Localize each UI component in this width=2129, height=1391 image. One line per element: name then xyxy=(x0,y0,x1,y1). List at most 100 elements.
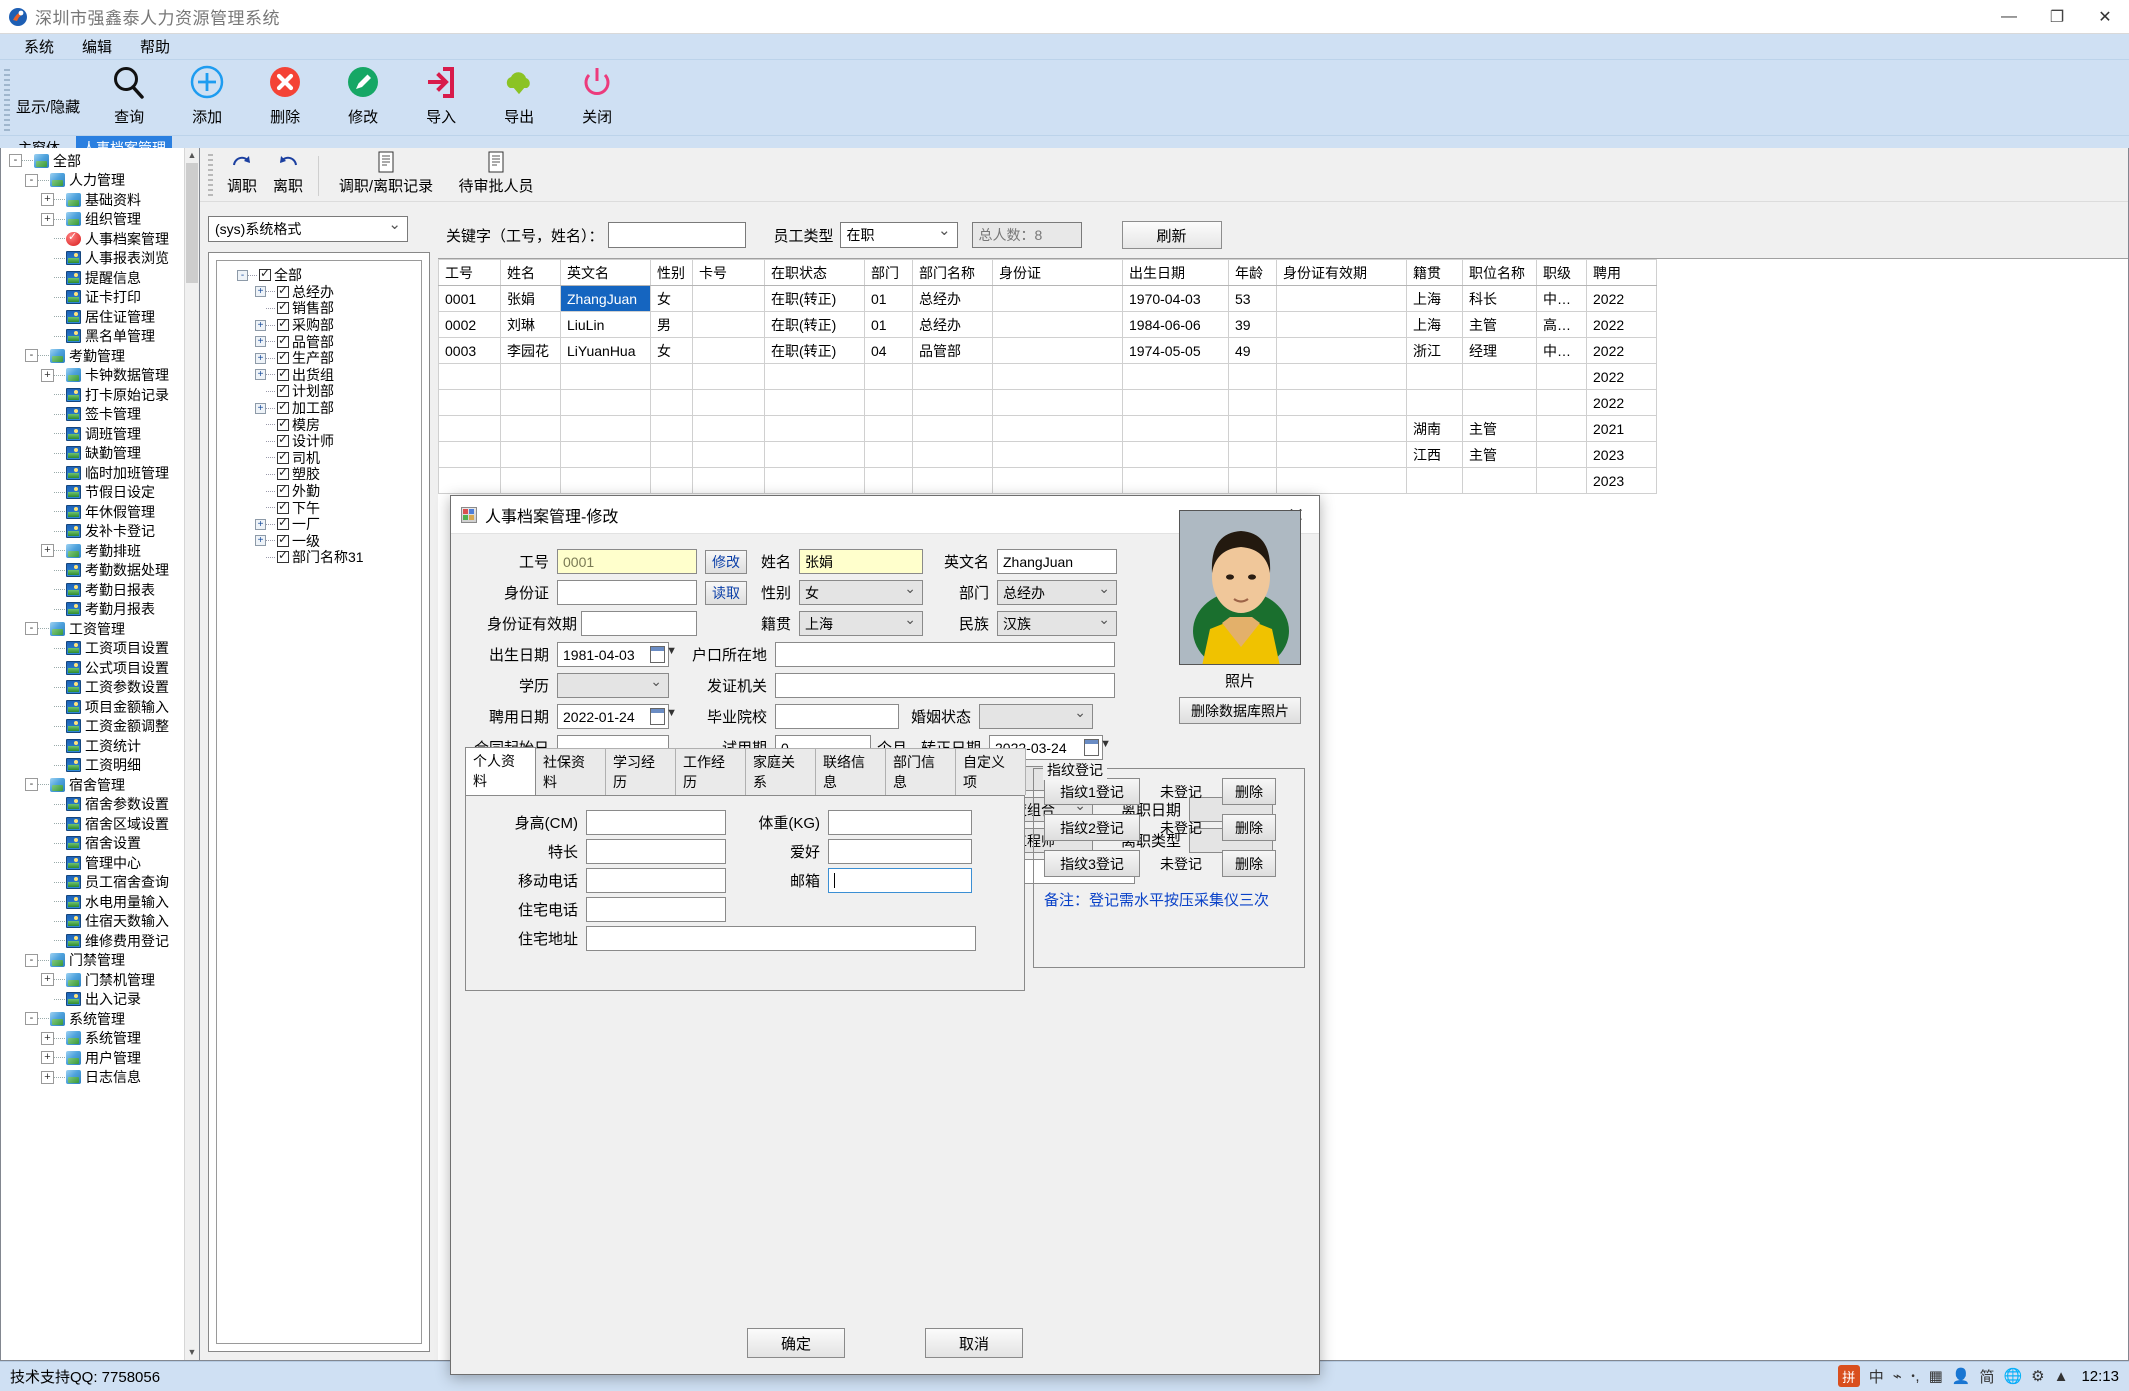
dept-expander[interactable]: + xyxy=(255,352,266,364)
sidebar-item-25[interactable]: 工资项目设置 xyxy=(1,639,199,659)
table-cell[interactable]: LiuLin xyxy=(560,311,651,338)
column-header-2[interactable]: 英文名 xyxy=(560,259,651,286)
table-cell[interactable]: 科长 xyxy=(1462,285,1537,312)
school-field[interactable] xyxy=(775,704,899,729)
table-cell[interactable]: 高… xyxy=(1536,311,1587,338)
table-cell[interactable]: 2023 xyxy=(1586,467,1657,494)
table-cell[interactable]: 总经办 xyxy=(912,311,993,338)
refresh-button[interactable]: 刷新 xyxy=(1121,221,1222,249)
fingerprint-register-button-1[interactable]: 指纹2登记 xyxy=(1044,814,1140,841)
table-cell[interactable]: 女 xyxy=(650,337,693,364)
toolbar-showhide-label[interactable]: 显示/隐藏 xyxy=(14,96,90,131)
home-phone-field[interactable] xyxy=(586,897,726,922)
column-header-6[interactable]: 部门 xyxy=(864,259,913,286)
column-header-7[interactable]: 部门名称 xyxy=(912,259,993,286)
table-cell[interactable]: 0002 xyxy=(438,311,501,338)
edit-empno-button[interactable]: 修改 xyxy=(705,549,747,574)
resign-button[interactable]: 离职 xyxy=(265,149,311,198)
tree-expander[interactable]: - xyxy=(25,622,38,636)
menu-item-help[interactable]: 帮助 xyxy=(126,34,184,59)
sidebar-item-6[interactable]: 提醒信息 xyxy=(1,268,199,288)
table-cell[interactable] xyxy=(1276,337,1407,364)
dialog-tab-4[interactable]: 家庭关系 xyxy=(745,748,816,795)
table-cell[interactable] xyxy=(560,441,651,468)
table-cell[interactable]: 浙江 xyxy=(1406,337,1463,364)
height-field[interactable] xyxy=(586,810,726,835)
table-cell[interactable] xyxy=(560,467,651,494)
dept-expander[interactable]: + xyxy=(255,402,266,414)
sidebar-item-42[interactable]: + 门禁机管理 xyxy=(1,970,199,990)
sidebar-item-3[interactable]: + 组织管理 xyxy=(1,210,199,230)
name-field[interactable]: 张娟 xyxy=(799,549,923,574)
email-field[interactable] xyxy=(828,868,972,893)
table-cell[interactable] xyxy=(692,363,765,390)
tree-expander[interactable]: - xyxy=(25,173,38,187)
table-cell[interactable] xyxy=(912,415,993,442)
table-cell[interactable] xyxy=(1276,285,1407,312)
table-cell[interactable] xyxy=(1228,467,1277,494)
hukou-field[interactable] xyxy=(775,642,1115,667)
tree-expander[interactable]: + xyxy=(41,973,54,987)
toolbar-button-import[interactable]: 导入 xyxy=(402,61,480,131)
birth-date-picker[interactable]: 1981-04-03 ▼ xyxy=(557,642,677,667)
table-cell[interactable]: 上海 xyxy=(1406,311,1463,338)
chevron-down-icon[interactable]: ▼ xyxy=(666,645,677,657)
sidebar-item-12[interactable]: 打卡原始记录 xyxy=(1,385,199,405)
sidebar-item-21[interactable]: 考勤数据处理 xyxy=(1,561,199,581)
table-cell[interactable] xyxy=(500,363,561,390)
table-cell[interactable] xyxy=(500,441,561,468)
sidebar-item-9[interactable]: 黑名单管理 xyxy=(1,327,199,347)
sidebar-item-14[interactable]: 调班管理 xyxy=(1,424,199,444)
emp-type-select[interactable]: 在职 xyxy=(839,221,958,248)
scroll-thumb[interactable] xyxy=(186,163,198,283)
sidebar-item-29[interactable]: 工资金额调整 xyxy=(1,717,199,737)
table-cell[interactable] xyxy=(1276,389,1407,416)
table-cell[interactable] xyxy=(1228,389,1277,416)
table-cell[interactable]: 01 xyxy=(864,311,913,338)
table-cell[interactable]: 主管 xyxy=(1462,311,1537,338)
table-cell[interactable]: 在职(转正) xyxy=(764,337,865,364)
dept-checkbox[interactable] xyxy=(277,382,289,398)
menu-item-system[interactable]: 系统 xyxy=(10,34,68,59)
toolbar-button-delete[interactable]: 删除 xyxy=(246,61,324,131)
sidebar-item-11[interactable]: + 卡钟数据管理 xyxy=(1,366,199,386)
table-cell[interactable]: 中… xyxy=(1536,285,1587,312)
table-cell[interactable]: 0003 xyxy=(438,337,501,364)
cancel-button[interactable]: 取消 xyxy=(925,1328,1023,1358)
scroll-down-arrow[interactable]: ▼ xyxy=(185,1345,199,1360)
sidebar-item-22[interactable]: 考勤日报表 xyxy=(1,580,199,600)
mobile-field[interactable] xyxy=(586,868,726,893)
dept-checkbox[interactable] xyxy=(277,366,289,381)
table-cell[interactable] xyxy=(1276,441,1407,468)
toolbar-grip[interactable] xyxy=(4,69,10,131)
calendar-icon[interactable] xyxy=(650,646,665,663)
dept-checkbox[interactable] xyxy=(277,465,289,481)
ime-chinese-icon[interactable]: 中 xyxy=(1869,1366,1884,1387)
chevron-down-icon[interactable]: ▼ xyxy=(666,707,677,719)
column-header-8[interactable]: 身份证 xyxy=(992,259,1123,286)
record-toolbar-grip[interactable] xyxy=(208,154,213,198)
delete-db-photo-button[interactable]: 删除数据库照片 xyxy=(1179,697,1301,724)
sidebar-item-17[interactable]: 节假日设定 xyxy=(1,483,199,503)
edu-select[interactable] xyxy=(557,673,669,698)
tree-expander[interactable]: - xyxy=(25,349,38,363)
sidebar-item-27[interactable]: 工资参数设置 xyxy=(1,678,199,698)
tree-expander[interactable]: + xyxy=(41,368,54,382)
column-header-10[interactable]: 年龄 xyxy=(1228,259,1277,286)
dept-node-11[interactable]: 司机 xyxy=(223,449,421,467)
sidebar-item-36[interactable]: 管理中心 xyxy=(1,853,199,873)
table-cell[interactable]: LiYuanHua xyxy=(560,337,651,364)
dept-checkbox[interactable] xyxy=(277,299,289,315)
table-cell[interactable]: 01 xyxy=(864,285,913,312)
close-button[interactable]: ✕ xyxy=(2081,0,2129,34)
weight-field[interactable] xyxy=(828,810,972,835)
table-cell[interactable] xyxy=(764,441,865,468)
tree-expander[interactable]: + xyxy=(41,1070,54,1084)
ime-mode-icon[interactable]: ⌁ xyxy=(1893,1367,1902,1385)
clock[interactable]: 12:13 xyxy=(2081,1368,2119,1385)
table-cell[interactable] xyxy=(864,415,913,442)
dept-checkbox[interactable] xyxy=(277,432,289,448)
table-cell[interactable] xyxy=(1276,415,1407,442)
table-cell[interactable] xyxy=(1228,441,1277,468)
table-cell[interactable] xyxy=(438,389,501,416)
